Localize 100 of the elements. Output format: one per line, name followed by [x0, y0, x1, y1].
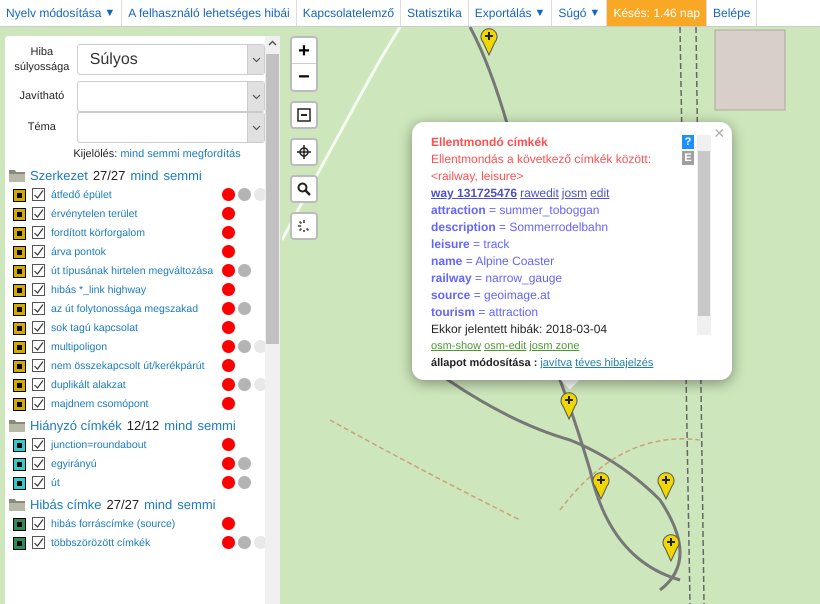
map-pin-icon[interactable] — [559, 390, 579, 420]
map-pin-icon[interactable] — [591, 470, 611, 500]
nav-item[interactable]: Nyelv módosítása ▼ — [0, 0, 122, 26]
link[interactable]: mind — [144, 494, 172, 514]
nav-item[interactable]: Exportálás ▼ — [468, 0, 552, 26]
checkbox[interactable] — [32, 476, 45, 488]
checkbox[interactable] — [32, 206, 45, 220]
select-field[interactable] — [76, 81, 265, 112]
checkbox[interactable] — [32, 456, 45, 470]
link[interactable]: mind — [130, 166, 159, 186]
map-pin-icon[interactable] — [656, 470, 676, 500]
zoom-out-button[interactable]: − — [292, 64, 316, 90]
link[interactable]: semmi — [197, 416, 236, 436]
category-link[interactable]: út típusának hirtelen megváltozása — [51, 264, 217, 278]
link[interactable]: megfordítás — [182, 146, 241, 162]
crosshair-icon — [296, 144, 312, 160]
category-link[interactable]: hibás forráscímke (source) — [51, 516, 217, 532]
scroll-thumb[interactable] — [266, 54, 279, 344]
checkbox[interactable] — [32, 536, 45, 548]
map-pin-icon[interactable] — [479, 26, 499, 56]
folder-icon — [9, 419, 25, 432]
crosshair-button[interactable] — [290, 138, 318, 166]
category-link[interactable]: sok tagú kapcsolat — [51, 320, 217, 336]
nav-item[interactable]: Belépe — [707, 0, 758, 26]
tag-line: tourism = attraction — [431, 304, 540, 321]
link[interactable]: mind — [120, 146, 144, 162]
field-label: Téma — [26, 120, 57, 135]
category-link[interactable]: junction=roundabout — [51, 438, 217, 452]
folder-icon — [9, 498, 25, 511]
nav-item[interactable]: Statisztika — [401, 0, 469, 26]
chevron-down-icon — [252, 56, 260, 62]
category-link[interactable]: nem összekapcsolt út/kerékpárút — [51, 358, 217, 374]
status-label: állapot módosítása : — [431, 356, 538, 371]
tag-line: source = geoimage.at — [431, 287, 552, 304]
checkbox[interactable] — [32, 188, 45, 200]
tag-line: railway = narrow_gauge — [431, 270, 564, 287]
category-link[interactable]: többszörözött címkék — [51, 536, 217, 550]
category-link[interactable]: duplikált alakzat — [51, 378, 217, 392]
checkbox[interactable] — [32, 516, 45, 530]
checkbox[interactable] — [32, 438, 45, 450]
caret-icon: ▼ — [534, 4, 546, 22]
link[interactable]: rawedit — [520, 185, 559, 202]
category-link[interactable]: átfedő épület — [51, 188, 217, 202]
export-button[interactable]: E — [682, 151, 694, 165]
object-link[interactable]: way 131725476 — [431, 185, 518, 202]
checkbox[interactable] — [32, 244, 45, 258]
link[interactable]: osm-show — [431, 338, 482, 355]
field-label: Javítható — [18, 89, 66, 104]
help-button[interactable]: ? — [682, 135, 694, 149]
link[interactable]: osm-edit — [484, 338, 526, 355]
collapse-button[interactable] — [290, 101, 318, 129]
checkbox[interactable] — [32, 320, 45, 334]
group-title[interactable]: Hiányzó címkék — [30, 416, 122, 436]
checkbox[interactable] — [32, 396, 45, 410]
map-pin-icon[interactable] — [661, 532, 681, 562]
category-link[interactable]: egyirányú — [51, 456, 217, 472]
error-tags: <railway, leisure> — [431, 168, 677, 185]
category-link[interactable]: fordított körforgalom — [51, 226, 217, 240]
category-link[interactable]: árva pontok — [51, 244, 217, 260]
category-link[interactable]: majdnem csomópont — [51, 396, 217, 412]
popup-title: Ellentmondó címkék — [431, 134, 549, 151]
checkbox[interactable] — [32, 340, 45, 352]
link[interactable]: javítva — [540, 355, 572, 372]
category-link[interactable]: multipoligon — [51, 340, 217, 354]
tag-line: leisure = track — [431, 236, 510, 253]
checkbox[interactable] — [32, 358, 45, 372]
checkbox[interactable] — [32, 378, 45, 390]
link[interactable]: semmi — [164, 166, 202, 186]
scroll-thumb[interactable] — [698, 151, 710, 316]
scroll-up-icon[interactable] — [268, 40, 277, 46]
checkbox[interactable] — [32, 226, 45, 238]
group-title[interactable]: Szerkezet — [30, 166, 88, 186]
spinner-button[interactable] — [290, 212, 318, 240]
nav-item[interactable]: A felhasználó lehetséges hibái — [122, 0, 297, 26]
category-link[interactable]: az út folytonossága megszakad — [51, 302, 217, 316]
search-button[interactable] — [290, 175, 318, 203]
zoom-in-button[interactable]: + — [292, 38, 316, 64]
spinner-icon — [296, 218, 312, 234]
group-title[interactable]: Hibás címke — [30, 494, 102, 514]
checkbox[interactable] — [32, 302, 45, 314]
category-link[interactable]: hibás *_link highway — [51, 282, 217, 298]
checkbox[interactable] — [32, 264, 45, 276]
checkbox[interactable] — [32, 282, 45, 296]
scrollbar[interactable] — [265, 36, 280, 604]
link[interactable]: josm — [562, 185, 588, 202]
link[interactable]: josm zone — [529, 338, 580, 355]
scrollbar[interactable] — [697, 135, 711, 335]
select-field[interactable] — [76, 112, 265, 143]
link[interactable]: edit — [590, 185, 610, 202]
close-button[interactable]: × — [714, 124, 725, 142]
link[interactable]: mind — [164, 416, 192, 436]
collapse-icon — [296, 107, 312, 123]
link[interactable]: semmi — [147, 146, 180, 162]
select-field[interactable]: Súlyos — [76, 44, 265, 75]
link[interactable]: téves hibajelzés — [575, 355, 654, 372]
category-link[interactable]: út — [51, 476, 217, 490]
caret-icon: ▼ — [104, 4, 116, 22]
category-link[interactable]: érvénytelen terület — [51, 206, 217, 222]
nav-item[interactable]: Kapcsolatelemző — [296, 0, 402, 26]
link[interactable]: semmi — [177, 494, 216, 514]
